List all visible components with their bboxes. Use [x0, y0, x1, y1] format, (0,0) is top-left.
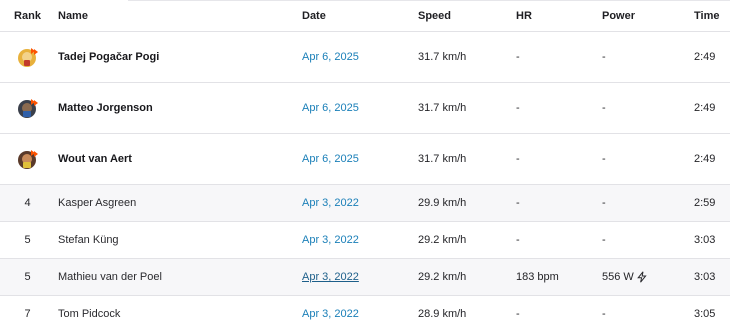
column-header-speed: Speed — [415, 0, 513, 32]
table-row: 5 Mathieu van der Poel Apr 3, 2022 29.2 … — [0, 258, 730, 296]
date-cell: Apr 6, 2025 — [299, 82, 415, 134]
activity-date-link[interactable]: Apr 3, 2022 — [302, 271, 359, 283]
column-header-name: Name — [55, 0, 299, 32]
activity-date-link[interactable]: Apr 3, 2022 — [302, 234, 359, 246]
athlete-name[interactable]: Mathieu van der Poel — [55, 258, 299, 296]
speed-cell: 29.9 km/h — [415, 184, 513, 222]
column-header-power: Power — [599, 0, 691, 32]
hr-cell: - — [513, 221, 599, 259]
athlete-name[interactable]: Stefan Küng — [55, 221, 299, 259]
speed-cell: 29.2 km/h — [415, 258, 513, 296]
lightning-bolt-icon — [636, 271, 648, 283]
rank-cell: 7 — [0, 295, 55, 331]
rank-cell: 5 — [0, 221, 55, 259]
speed-cell: 28.9 km/h — [415, 295, 513, 331]
date-cell: Apr 3, 2022 — [299, 295, 415, 331]
speed-cell: 31.7 km/h — [415, 82, 513, 134]
power-cell: - — [599, 82, 691, 134]
time-cell: 3:05 — [691, 295, 730, 331]
rank-cell — [0, 31, 55, 83]
athlete-name[interactable]: Tadej Pogačar Pogi — [55, 31, 299, 83]
speed-cell: 31.7 km/h — [415, 31, 513, 83]
segment-leaderboard: Rank Name Date Speed HR Power Time Tadej… — [0, 0, 730, 331]
date-cell: Apr 3, 2022 — [299, 184, 415, 222]
top-divider — [128, 0, 730, 1]
leaderboard-table: Rank Name Date Speed HR Power Time Tadej… — [0, 0, 730, 331]
athlete-name[interactable]: Wout van Aert — [55, 133, 299, 185]
table-row: 7 Tom Pidcock Apr 3, 2022 28.9 km/h - - … — [0, 295, 730, 331]
bronze-trophy-icon — [16, 147, 40, 171]
time-cell: 3:03 — [691, 221, 730, 259]
activity-date-link[interactable]: Apr 3, 2022 — [302, 308, 359, 320]
activity-date-link[interactable]: Apr 6, 2025 — [302, 51, 359, 63]
time-cell: 3:03 — [691, 258, 730, 296]
hr-cell: - — [513, 82, 599, 134]
table-row: Tadej Pogačar Pogi Apr 6, 2025 31.7 km/h… — [0, 31, 730, 83]
power-cell: - — [599, 133, 691, 185]
time-cell: 2:49 — [691, 31, 730, 83]
athlete-name[interactable]: Kasper Asgreen — [55, 184, 299, 222]
table-row: 4 Kasper Asgreen Apr 3, 2022 29.9 km/h -… — [0, 184, 730, 222]
rank-cell: 5 — [0, 258, 55, 296]
date-cell: Apr 6, 2025 — [299, 133, 415, 185]
silver-trophy-icon — [16, 96, 40, 120]
hr-cell: - — [513, 295, 599, 331]
column-header-rank: Rank — [0, 0, 55, 32]
column-header-date: Date — [299, 0, 415, 32]
hr-cell: 183 bpm — [513, 258, 599, 296]
speed-cell: 31.7 km/h — [415, 133, 513, 185]
athlete-name[interactable]: Tom Pidcock — [55, 295, 299, 331]
power-cell: - — [599, 295, 691, 331]
activity-date-link[interactable]: Apr 6, 2025 — [302, 153, 359, 165]
power-cell: - — [599, 184, 691, 222]
column-header-hr: HR — [513, 0, 599, 32]
power-cell: 556 W — [599, 258, 691, 296]
date-cell: Apr 6, 2025 — [299, 31, 415, 83]
time-cell: 2:59 — [691, 184, 730, 222]
power-value: 556 W — [602, 271, 634, 283]
table-row: Wout van Aert Apr 6, 2025 31.7 km/h - - … — [0, 133, 730, 185]
time-cell: 2:49 — [691, 82, 730, 134]
power-cell: - — [599, 221, 691, 259]
hr-cell: - — [513, 133, 599, 185]
rank-cell — [0, 133, 55, 185]
speed-cell: 29.2 km/h — [415, 221, 513, 259]
activity-date-link[interactable]: Apr 6, 2025 — [302, 102, 359, 114]
power-value-group: 556 W — [602, 271, 648, 283]
time-cell: 2:49 — [691, 133, 730, 185]
power-cell: - — [599, 31, 691, 83]
hr-cell: - — [513, 31, 599, 83]
date-cell: Apr 3, 2022 — [299, 221, 415, 259]
column-header-time: Time — [691, 0, 730, 32]
activity-date-link[interactable]: Apr 3, 2022 — [302, 197, 359, 209]
table-row: 5 Stefan Küng Apr 3, 2022 29.2 km/h - - … — [0, 221, 730, 259]
gold-trophy-icon — [16, 45, 40, 69]
rank-cell — [0, 82, 55, 134]
date-cell: Apr 3, 2022 — [299, 258, 415, 296]
athlete-name[interactable]: Matteo Jorgenson — [55, 82, 299, 134]
header-row: Rank Name Date Speed HR Power Time — [0, 0, 730, 32]
rank-cell: 4 — [0, 184, 55, 222]
table-row: Matteo Jorgenson Apr 6, 2025 31.7 km/h -… — [0, 82, 730, 134]
hr-cell: - — [513, 184, 599, 222]
